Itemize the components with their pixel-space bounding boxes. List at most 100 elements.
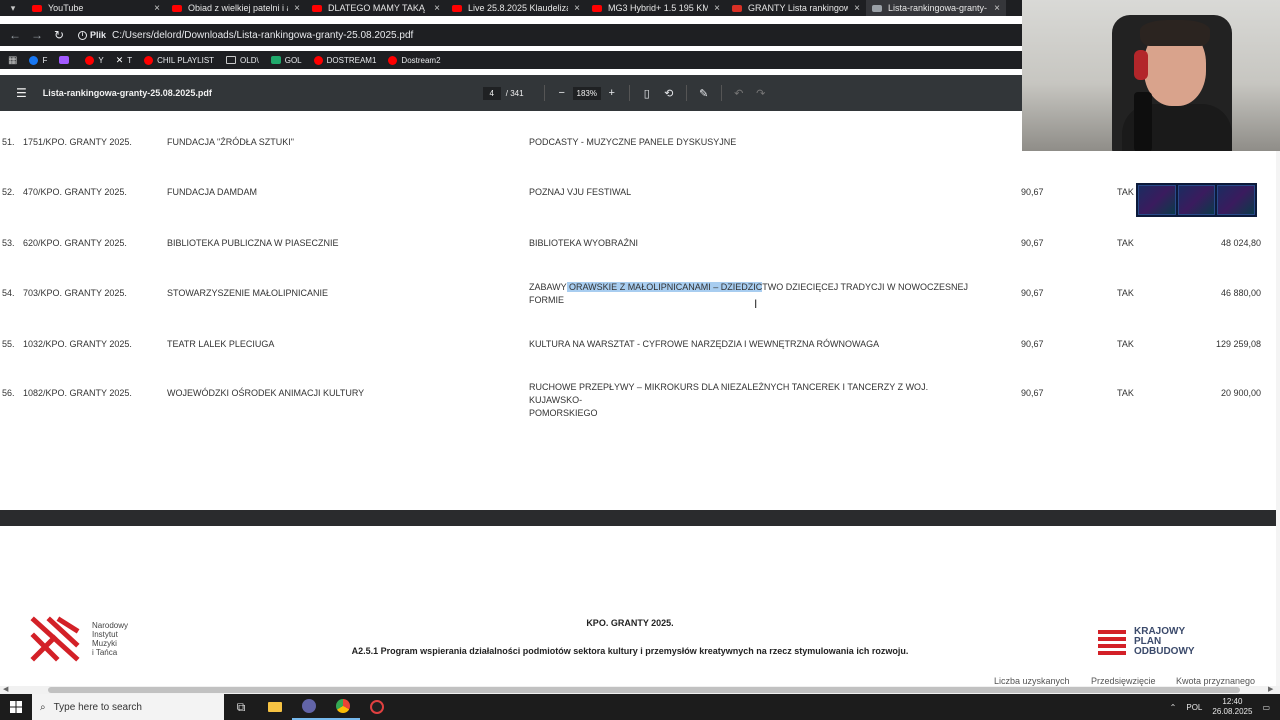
score: 90,67 xyxy=(1021,339,1044,349)
annotate-pen-icon[interactable]: ✎ xyxy=(693,87,715,100)
scrollbar-thumb[interactable] xyxy=(48,687,1240,693)
tab-close-icon[interactable]: × xyxy=(994,3,1000,14)
bookmark-item[interactable]: CHIL PLAYLIST xyxy=(144,55,215,65)
apps-grid-icon[interactable]: ▦ xyxy=(8,55,17,66)
organization-name: TEATR LALEK PLECIUGA xyxy=(167,339,275,349)
chat-app-icon[interactable] xyxy=(292,694,326,720)
kpo-logo-line: ODBUDOWY xyxy=(1134,646,1195,657)
chrome-icon[interactable] xyxy=(326,694,360,720)
application-code: 703/KPO. GRANTY 2025. xyxy=(23,288,127,298)
tab-close-icon[interactable]: × xyxy=(574,3,580,14)
file-explorer-icon[interactable] xyxy=(258,694,292,720)
project-title-line1: BIBLIOTEKA WYOBRAŹNI xyxy=(529,238,639,248)
site-info-chip[interactable]: i Plik xyxy=(78,30,106,40)
clock[interactable]: 12:40 26.08.2025 xyxy=(1212,697,1252,717)
column-header: Przedsięwzięcie xyxy=(1091,676,1156,686)
organization-name: FUNDACJA "ŹRÓDŁA SZTUKI" xyxy=(167,137,294,147)
bookmark-favicon-icon xyxy=(85,55,95,65)
bookmark-label: T xyxy=(127,55,133,65)
scroll-right-icon[interactable]: ▶ xyxy=(1268,685,1273,693)
system-tray: ⌃ POL 12:40 26.08.2025 ▭ xyxy=(1170,697,1280,717)
clock-date: 26.08.2025 xyxy=(1212,707,1253,716)
project-title[interactable]: RUCHOWE PRZEPŁYWY – MIKROKURS DLA NIEZAL… xyxy=(529,381,979,420)
bookmark-item[interactable]: OLD\ xyxy=(226,56,259,65)
organization-name: FUNDACJA DAMDAM xyxy=(167,187,258,197)
zoom-in-icon[interactable]: + xyxy=(601,87,623,99)
tab-close-icon[interactable]: × xyxy=(714,3,720,14)
organization-name: BIBLIOTEKA PUBLICZNA W PIASECZNIE xyxy=(167,238,339,248)
project-title[interactable]: BIBLIOTEKA WYOBRAŹNI xyxy=(529,237,979,250)
notifications-icon[interactable]: ▭ xyxy=(1262,703,1270,712)
windows-start-icon[interactable] xyxy=(0,701,32,713)
recording-app-icon[interactable] xyxy=(360,694,394,720)
search-icon: ⌕ xyxy=(40,701,46,713)
tab-search-chevron-icon[interactable]: ▾ xyxy=(0,0,26,16)
taskbar-search[interactable]: ⌕ Type here to search xyxy=(32,694,224,720)
bookmark-item[interactable]: GOL xyxy=(270,56,302,65)
page-separator xyxy=(0,510,1276,526)
back-arrow-icon[interactable]: ← xyxy=(6,26,24,44)
reload-icon[interactable]: ↻ xyxy=(50,26,68,44)
undo-icon[interactable]: ↶ xyxy=(728,87,750,100)
tab-favicon-icon xyxy=(32,4,42,12)
input-language[interactable]: POL xyxy=(1186,703,1202,712)
grant-amount: 48 024,80 xyxy=(1220,238,1261,248)
tray-chevron-up-icon[interactable]: ⌃ xyxy=(1170,703,1177,712)
kpo-logo-text: KRAJOWY PLAN ODBUDOWY xyxy=(1134,627,1195,657)
application-code: 1032/KPO. GRANTY 2025. xyxy=(23,339,132,349)
hamburger-menu-icon[interactable]: ☰ xyxy=(16,86,27,100)
thumbnail-image xyxy=(1138,185,1176,215)
zoom-level-input[interactable]: 183% xyxy=(572,86,601,100)
redo-icon[interactable]: ↷ xyxy=(750,87,772,100)
tab-close-icon[interactable]: × xyxy=(294,3,300,14)
tab-favicon-icon xyxy=(592,4,602,12)
project-title-line2: POMORSKIEGO xyxy=(529,408,598,418)
project-title[interactable]: POZNAJ VJU FESTIWAL xyxy=(529,186,979,199)
tab-close-icon[interactable]: × xyxy=(854,3,860,14)
bookmark-item[interactable]: Dostream2 xyxy=(388,55,441,65)
bookmark-item[interactable]: DOSTREAM1 xyxy=(313,55,376,65)
vertical-scrollbar[interactable] xyxy=(1276,111,1280,686)
forward-arrow-icon[interactable]: → xyxy=(28,26,46,44)
page-number-input[interactable]: 4 xyxy=(482,86,501,100)
browser-tab[interactable]: MG3 Hybrid+ 1.5 195 KM × xyxy=(586,0,726,16)
tab-close-icon[interactable]: × xyxy=(154,3,160,14)
fit-page-icon[interactable]: ▯ xyxy=(636,87,658,100)
bookmark-favicon-icon xyxy=(144,55,154,65)
rotate-icon[interactable]: ⟲ xyxy=(658,87,680,100)
bookmarks-bar: ▦ F Y ✕ T CHIL PLAYLIST OLD\ GOL DOSTREAM1 Dostr… xyxy=(0,51,1022,69)
tab-title: Live 25.8.2025 Klaudeliza xyxy=(468,3,569,13)
zoom-out-icon[interactable]: − xyxy=(551,87,573,99)
url-omnibox[interactable]: i Plik C:/Users/delord/Downloads/Lista-r… xyxy=(78,25,413,45)
project-title[interactable]: KULTURA NA WARSZTAT - CYFROWE NARZĘDZIA … xyxy=(529,338,979,351)
browser-tab[interactable]: Lista-rankingowa-granty- × xyxy=(866,0,1006,16)
browser-tab[interactable]: Live 25.8.2025 Klaudeliza × xyxy=(446,0,586,16)
bookmark-item[interactable]: ✕ T xyxy=(116,55,132,66)
page-total: / 341 xyxy=(505,88,524,98)
bookmark-item[interactable]: Y xyxy=(85,55,104,65)
tab-close-icon[interactable]: × xyxy=(434,3,440,14)
browser-tab[interactable]: YouTube × xyxy=(26,0,166,16)
nimit-logo-line: Instytut xyxy=(92,630,118,639)
row-number: 54. xyxy=(2,288,15,298)
bookmark-label: CHIL PLAYLIST xyxy=(157,55,215,65)
qualified-flag: TAK xyxy=(1117,388,1134,398)
bookmark-label: OLD\ xyxy=(240,55,259,65)
toolbar-divider xyxy=(543,85,545,101)
task-view-icon[interactable]: ⧉ xyxy=(224,694,258,720)
row-number: 56. xyxy=(2,388,15,398)
browser-tab[interactable]: Obiad z wielkiej patelni i a × xyxy=(166,0,306,16)
horizontal-scrollbar[interactable]: ◀ ▶ xyxy=(0,686,1280,694)
bookmark-item[interactable]: F xyxy=(29,55,47,65)
bookmark-label: Dostream2 xyxy=(401,55,441,65)
project-title-part: ZABAWY xyxy=(529,282,567,292)
project-title[interactable]: PODCASTY - MUZYCZNE PANELE DYSKUSYJNE xyxy=(529,136,979,149)
pdf-filename: Lista-rankingowa-granty-25.08.2025.pdf xyxy=(42,88,212,98)
browser-tab[interactable]: DLATEGO MAMY TAKĄ D × xyxy=(306,0,446,16)
bookmark-item[interactable] xyxy=(59,56,73,64)
url-text[interactable]: C:/Users/delord/Downloads/Lista-rankingo… xyxy=(112,30,413,41)
program-title: A2.5.1 Program wspierania działalności p… xyxy=(351,646,909,656)
document-title: KPO. GRANTY 2025. xyxy=(586,618,674,628)
browser-tab[interactable]: GRANTY Lista rankingowa × xyxy=(726,0,866,16)
scroll-left-icon[interactable]: ◀ xyxy=(3,685,8,693)
